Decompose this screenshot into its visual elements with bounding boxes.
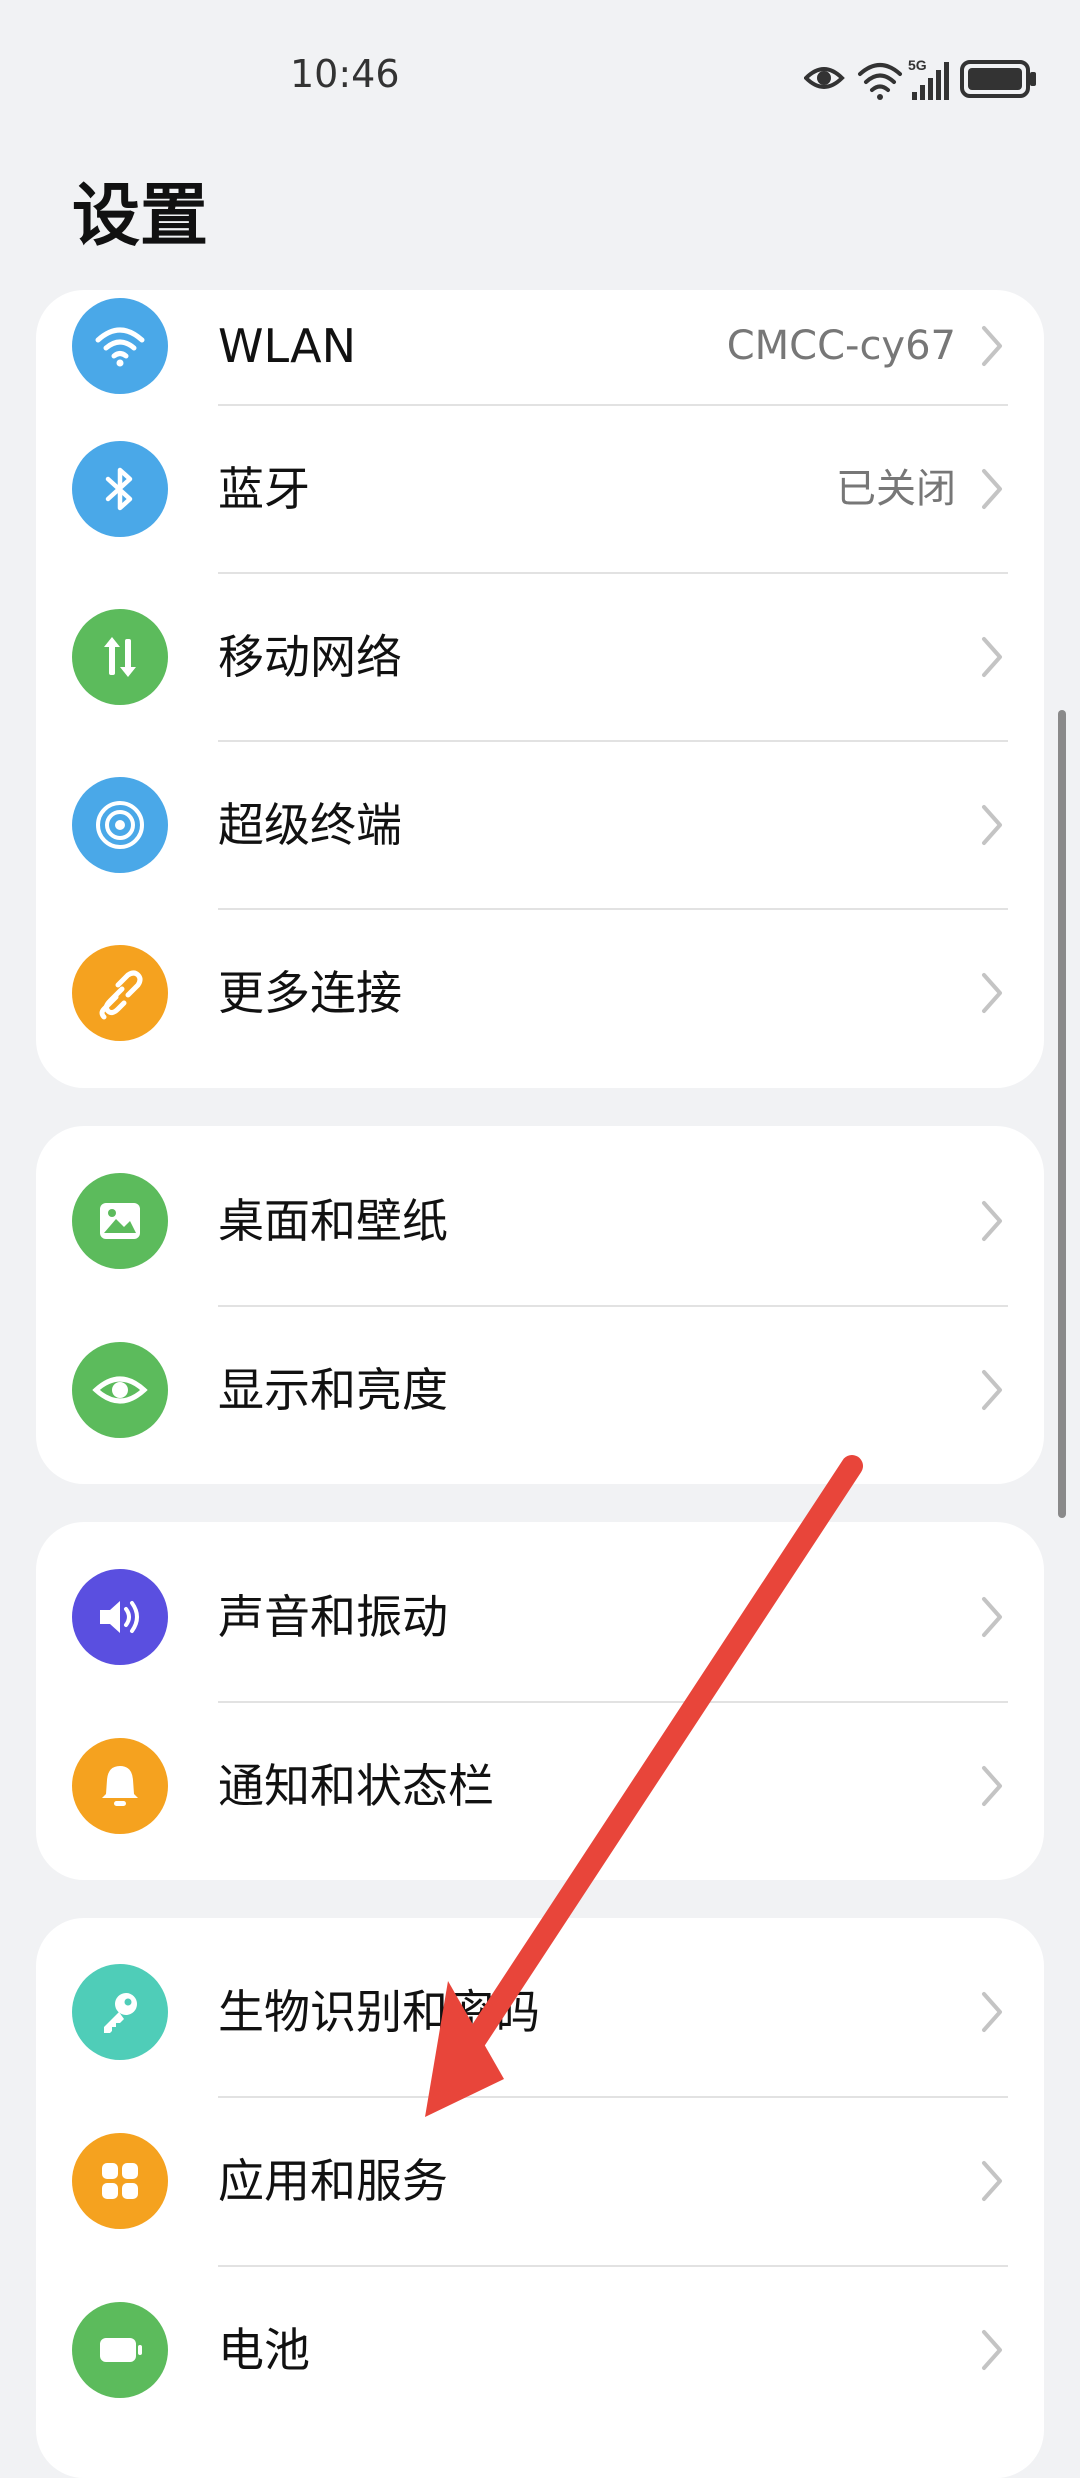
chevron-right-icon [982, 1992, 1002, 2032]
chevron-right-icon [982, 469, 1002, 509]
eye-comfort-icon [804, 67, 845, 89]
settings-item-sound[interactable]: 声音和振动 [36, 1533, 1044, 1701]
wifi-icon [858, 63, 902, 100]
settings-item-label: 桌面和壁纸 [218, 1194, 448, 1248]
settings-item-mobile-network[interactable]: 移动网络 [36, 573, 1044, 741]
status-time: 10:46 [290, 52, 400, 96]
super-device-icon [72, 777, 168, 873]
eye-icon [72, 1342, 168, 1438]
settings-item-battery[interactable]: 电池 [36, 2266, 1044, 2434]
settings-item-label: 移动网络 [218, 630, 402, 684]
settings-group-sound: 声音和振动 通知和状态栏 [36, 1522, 1044, 1880]
settings-group-connectivity: WLAN CMCC-cy67 蓝牙 已关闭 移动网络 超级终端 更多连接 [36, 290, 1044, 1088]
chevron-right-icon [982, 1597, 1002, 1637]
settings-item-apps-services[interactable]: 应用和服务 [36, 2097, 1044, 2265]
settings-item-label: 声音和振动 [218, 1590, 448, 1644]
apps-icon [72, 2133, 168, 2229]
bluetooth-status: 已关闭 [836, 466, 956, 512]
settings-item-label: 超级终端 [218, 798, 402, 852]
speaker-icon [72, 1569, 168, 1665]
chevron-right-icon [982, 1370, 1002, 1410]
battery-icon [72, 2302, 168, 2398]
link-icon [72, 945, 168, 1041]
settings-item-label: 显示和亮度 [218, 1363, 448, 1417]
chevron-right-icon [982, 1766, 1002, 1806]
settings-item-biometrics[interactable]: 生物识别和密码 [36, 1928, 1044, 2096]
settings-item-label: 通知和状态栏 [218, 1759, 494, 1813]
battery-icon [960, 60, 1036, 98]
settings-item-wallpaper[interactable]: 桌面和壁纸 [36, 1137, 1044, 1305]
settings-item-bluetooth[interactable]: 蓝牙 已关闭 [36, 405, 1044, 573]
chevron-right-icon [982, 637, 1002, 677]
settings-item-notifications[interactable]: 通知和状态栏 [36, 1702, 1044, 1870]
settings-item-label: 生物识别和密码 [218, 1985, 540, 2039]
chevron-right-icon [982, 2330, 1002, 2370]
settings-item-super-device[interactable]: 超级终端 [36, 741, 1044, 909]
scrollbar[interactable] [1058, 710, 1066, 1518]
page-title: 设置 [72, 177, 209, 256]
settings-group-display: 桌面和壁纸 显示和亮度 [36, 1126, 1044, 1484]
settings-item-label: 应用和服务 [218, 2154, 448, 2208]
chevron-right-icon [982, 326, 1002, 366]
mobile-data-icon [72, 609, 168, 705]
settings-item-more-connections[interactable]: 更多连接 [36, 909, 1044, 1077]
status-bar: 10:46 5G [0, 0, 1080, 150]
settings-item-label: 更多连接 [218, 966, 402, 1020]
bell-icon [72, 1738, 168, 1834]
wifi-icon [72, 298, 168, 394]
chevron-right-icon [982, 1201, 1002, 1241]
chevron-right-icon [982, 805, 1002, 845]
key-icon [72, 1964, 168, 2060]
wallpaper-icon [72, 1173, 168, 1269]
settings-item-label: 蓝牙 [218, 462, 310, 516]
settings-item-label: 电池 [218, 2323, 310, 2377]
settings-item-display[interactable]: 显示和亮度 [36, 1306, 1044, 1474]
settings-group-system: 生物识别和密码 应用和服务 电池 [36, 1918, 1044, 2478]
status-icons: 5G [804, 57, 1036, 100]
chevron-right-icon [982, 2161, 1002, 2201]
network-type: 5G [908, 57, 927, 73]
bluetooth-icon [72, 441, 168, 537]
chevron-right-icon [982, 973, 1002, 1013]
